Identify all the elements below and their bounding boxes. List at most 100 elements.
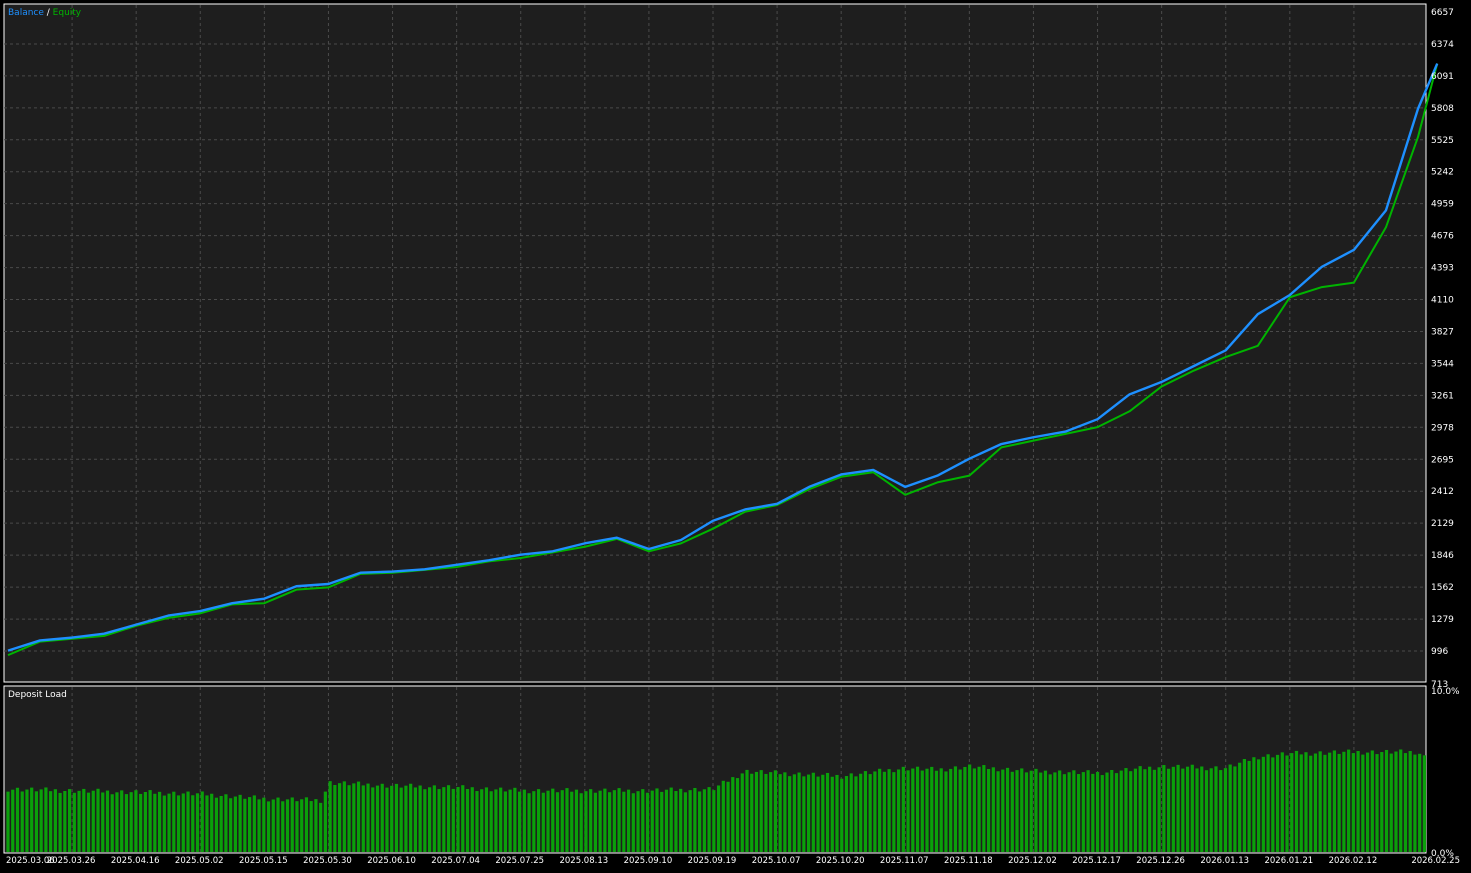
- deposit-load-bar: [1039, 772, 1043, 852]
- x-tick-label: 2026.02.25: [1411, 856, 1460, 866]
- deposit-load-bar: [375, 785, 380, 852]
- deposit-load-bar: [53, 789, 57, 852]
- deposit-load-bar: [859, 773, 863, 852]
- deposit-load-bar: [830, 776, 834, 852]
- x-tick-label: 2025.05.15: [239, 856, 288, 866]
- deposit-load-bar: [1167, 768, 1171, 852]
- deposit-load-bar: [461, 785, 465, 852]
- deposit-load-bar: [295, 801, 299, 852]
- deposit-load-bar: [11, 789, 15, 852]
- y-tick-label: 1562: [1431, 583, 1454, 593]
- deposit-load-bar: [1195, 768, 1199, 852]
- x-tick-label: 2025.12.02: [1008, 856, 1057, 866]
- deposit-load-bar: [82, 788, 86, 852]
- deposit-load-bar: [1048, 774, 1052, 852]
- deposit-load-bar: [101, 792, 105, 852]
- deposit-load-bar: [394, 783, 399, 852]
- deposit-load-bar: [475, 791, 479, 852]
- deposit-load-bar: [1200, 766, 1204, 852]
- deposit-load-bar: [371, 787, 375, 852]
- deposit-load-bar: [1157, 767, 1161, 852]
- deposit-load-bar: [1148, 766, 1152, 852]
- deposit-load-bar: [655, 788, 659, 852]
- deposit-load-bar: [541, 792, 545, 852]
- y-tick-label: 996: [1431, 647, 1448, 657]
- deposit-load-bar: [290, 797, 294, 852]
- deposit-load-bar: [1347, 749, 1351, 852]
- legend-separator: /: [44, 8, 53, 18]
- deposit-load-bar: [413, 787, 417, 852]
- deposit-load-bar: [446, 785, 451, 852]
- deposit-load-bar: [1361, 754, 1365, 852]
- deposit-load-bar: [143, 792, 147, 852]
- deposit-load-bar: [252, 795, 256, 852]
- deposit-load-bar: [754, 771, 759, 852]
- deposit-load-bar: [1271, 757, 1275, 852]
- deposit-load-bar: [953, 766, 958, 852]
- deposit-load-bar: [674, 791, 678, 852]
- deposit-load-bar: [1323, 754, 1327, 852]
- deposit-load-bar: [195, 793, 200, 852]
- deposit-load-bar: [740, 773, 744, 852]
- deposit-load-bar: [390, 785, 394, 852]
- deposit-load-bar: [1015, 770, 1019, 852]
- deposit-load-bar: [707, 787, 711, 852]
- deposit-load-bar: [873, 771, 877, 852]
- deposit-load-bar: [570, 791, 574, 852]
- deposit-load-bar: [617, 788, 621, 852]
- deposit-load-bar: [323, 791, 327, 852]
- deposit-load-bar: [574, 789, 579, 852]
- deposit-load-bar: [34, 791, 39, 852]
- x-tick-label: 2025.11.07: [880, 856, 929, 866]
- deposit-load-bar: [1034, 768, 1038, 852]
- deposit-load-bar: [821, 774, 825, 852]
- deposit-load-bar: [1181, 768, 1185, 852]
- deposit-load-bar: [276, 797, 280, 852]
- deposit-load-bar: [712, 790, 716, 852]
- y-tick-label: 1846: [1431, 551, 1454, 561]
- deposit-load-bar: [688, 790, 692, 852]
- deposit-load-bar: [67, 789, 72, 852]
- balance-equity-chart: 6657 6374 6091 5808 5525 5242 4959 4676 4393 4110…: [3, 3, 1460, 866]
- deposit-load-bar: [896, 769, 901, 852]
- deposit-load-bar: [991, 767, 995, 852]
- deposit-load-bar: [86, 792, 91, 852]
- deposit-load-bar: [930, 766, 934, 852]
- deposit-load-bar: [380, 783, 384, 852]
- deposit-load-bar: [920, 770, 924, 852]
- deposit-load-bar: [788, 776, 792, 852]
- deposit-load-bar: [63, 791, 67, 852]
- deposit-load-bar: [835, 774, 839, 852]
- deposit-load-bar: [352, 783, 356, 852]
- x-tick-label: 2025.08.13: [559, 856, 608, 866]
- deposit-load-bar: [200, 791, 204, 852]
- deposit-load-bar: [750, 773, 754, 852]
- deposit-load-bar: [148, 790, 152, 852]
- y-tick-label: 6091: [1431, 72, 1454, 82]
- deposit-load-bar: [247, 797, 252, 852]
- deposit-load-bar: [1005, 767, 1010, 852]
- deposit-load-bar: [470, 787, 474, 852]
- deposit-load-bar: [333, 784, 337, 852]
- deposit-load-bar: [238, 794, 242, 852]
- y-tick-label: 3544: [1431, 359, 1454, 369]
- deposit-load-bar: [167, 793, 171, 852]
- deposit-load-bar: [1318, 751, 1322, 852]
- y-tick-label: 2129: [1431, 519, 1454, 529]
- y-tick-label: 3827: [1431, 327, 1454, 337]
- deposit-load-bar: [1209, 768, 1213, 852]
- deposit-load-bar: [844, 776, 849, 852]
- deposit-load-bar: [385, 787, 389, 852]
- deposit-load-bar: [683, 792, 688, 852]
- deposit-load-bar: [731, 777, 735, 852]
- deposit-load-bar: [811, 772, 815, 852]
- deposit-load-bar: [622, 791, 626, 852]
- deposit-load-bar: [1228, 764, 1232, 852]
- deposit-load-bar: [1162, 765, 1166, 852]
- deposit-load-bar: [1001, 769, 1005, 852]
- deposit-load-bar: [726, 781, 730, 852]
- x-tick-label: 2026.01.13: [1200, 856, 1249, 866]
- x-tick-label: 2025.05.02: [175, 856, 224, 866]
- deposit-load-bar: [977, 766, 981, 852]
- deposit-load-bar: [361, 785, 365, 852]
